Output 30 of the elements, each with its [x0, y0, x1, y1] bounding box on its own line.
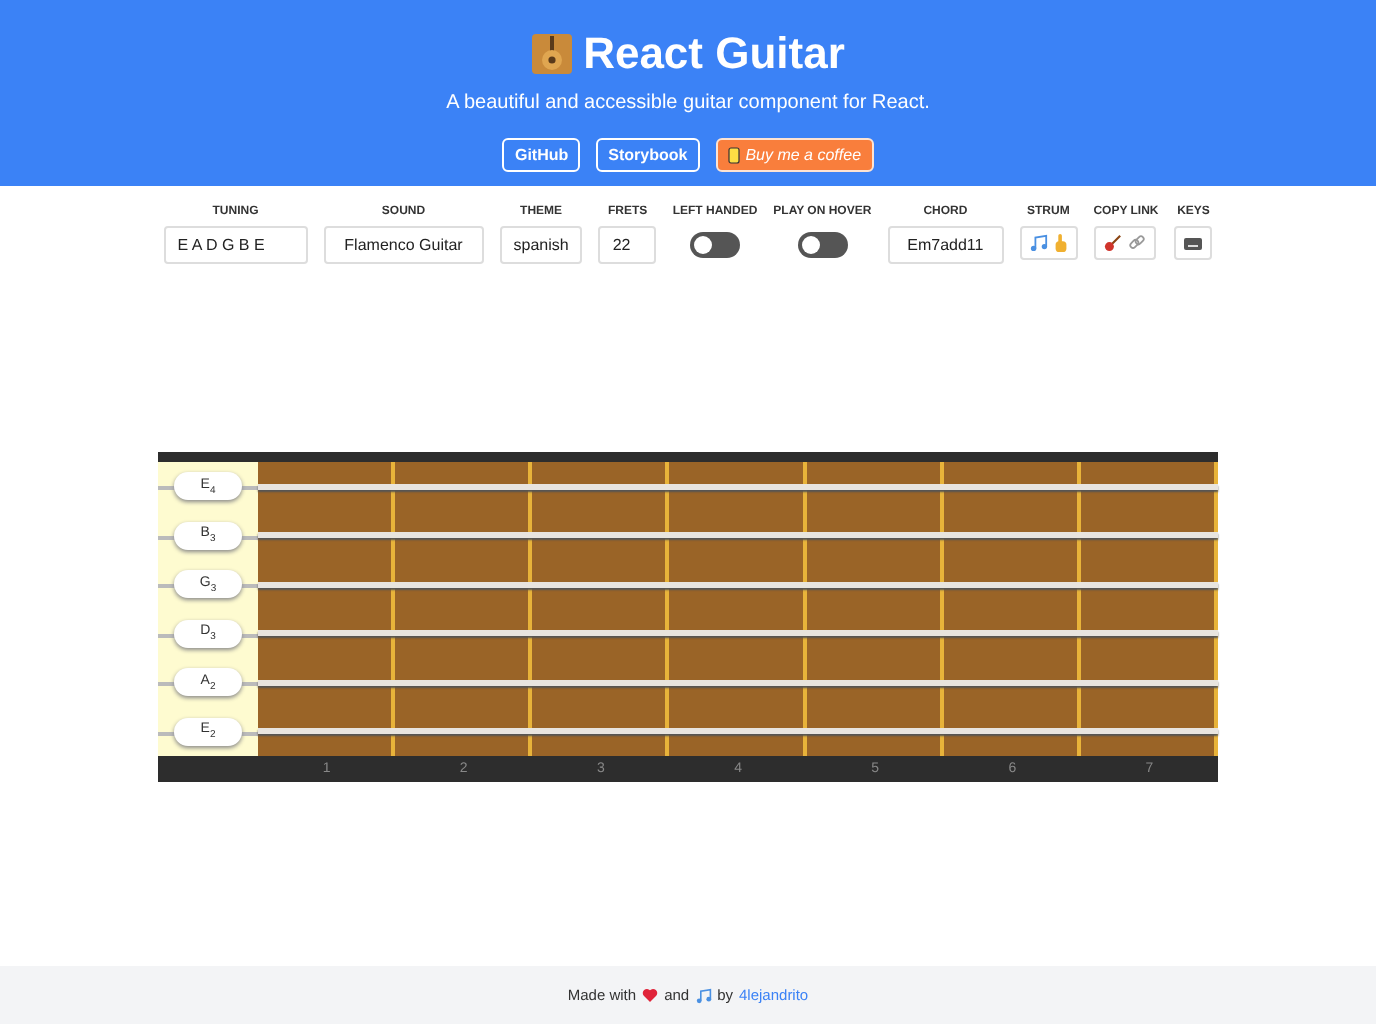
- guitar-string[interactable]: [258, 630, 1218, 637]
- guitar-string[interactable]: [258, 483, 1218, 490]
- input-field[interactable]: E A D G B E: [163, 226, 308, 264]
- link-icon: [1128, 234, 1147, 252]
- number-field[interactable]: 22: [598, 226, 657, 264]
- keys-button[interactable]: [1174, 226, 1213, 260]
- copy-button[interactable]: [1094, 226, 1157, 260]
- guitar-string[interactable]: [258, 679, 1218, 686]
- header-link[interactable]: Storybook: [596, 138, 700, 172]
- header-link[interactable]: GitHub: [502, 138, 581, 172]
- select-field[interactable]: spanish: [499, 226, 583, 264]
- fretboard[interactable]: [258, 462, 1218, 756]
- select-field[interactable]: Em7add11: [887, 226, 1004, 264]
- select-field[interactable]: Flamenco Guitar: [323, 226, 484, 264]
- guitar-string[interactable]: [258, 532, 1218, 539]
- guitar-string[interactable]: [258, 581, 1218, 588]
- music-notes-icon: [695, 987, 712, 1003]
- guitar-logo-icon: [531, 34, 572, 74]
- heart-icon: [642, 988, 659, 1002]
- toggle-switch[interactable]: [797, 232, 848, 258]
- coffee-cup-icon: [727, 146, 740, 164]
- guitar-icon: [1104, 234, 1123, 252]
- pointing-hand-icon: [1053, 234, 1068, 252]
- strum-button[interactable]: [1019, 226, 1078, 260]
- keyboard-icon: [1184, 237, 1203, 249]
- toggle-switch[interactable]: [690, 232, 740, 258]
- music-notes-icon: [1029, 234, 1048, 252]
- guitar-string[interactable]: [258, 728, 1218, 735]
- app-title: React Guitar: [583, 28, 845, 80]
- subtitle: A beautiful and accessible guitar component for React.: [446, 92, 930, 114]
